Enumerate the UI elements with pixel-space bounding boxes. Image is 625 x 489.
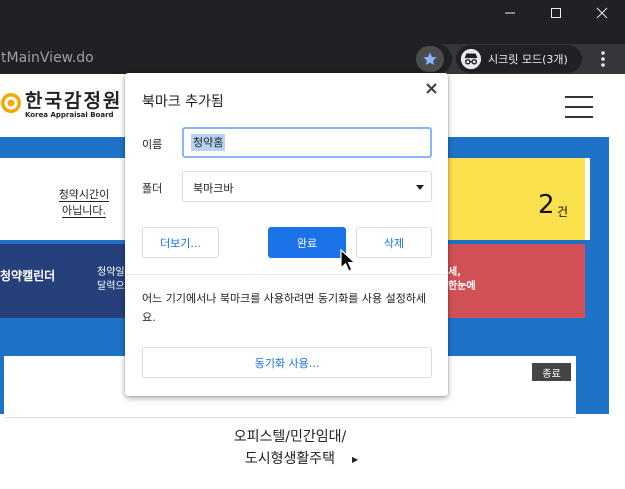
browser-menu-button[interactable]	[594, 48, 612, 70]
folder-label: 폴더	[142, 182, 163, 195]
count-card[interactable]	[440, 158, 585, 240]
bookmark-dialog: 북마크 추가됨 이름 청약홈 폴더 북마크바 더보기... 완료 삭제 어느 기…	[125, 73, 448, 396]
enable-sync-button[interactable]: 동기화 사용...	[142, 347, 432, 378]
notice-line-1: 청약시간이	[58, 188, 110, 202]
hamburger-menu-icon[interactable]	[565, 96, 593, 118]
calendar-sub-line-1: 청약일	[97, 267, 125, 278]
logo-emblem-icon	[1, 93, 21, 113]
calendar-sub-line-2: 달력으	[97, 281, 125, 292]
close-icon	[596, 7, 608, 19]
calendar-label: 청약캘린더	[0, 269, 56, 283]
incognito-icon	[460, 48, 482, 70]
incognito-label: 시크릿 모드(3개)	[488, 53, 568, 66]
minimize-icon	[505, 12, 515, 14]
url-text[interactable]: tMainView.do	[1, 50, 94, 66]
notice-line-2: 아닙니다.	[62, 204, 106, 218]
more-vert-icon	[601, 51, 605, 67]
folder-select[interactable]: 북마크바	[182, 171, 432, 202]
logo-korean-text: 한국감정원	[25, 90, 123, 112]
minimize-button[interactable]	[488, 0, 532, 26]
calendar-subtext: 청약일 달력으	[97, 266, 127, 294]
browser-titlebar	[0, 0, 625, 44]
alert-line-1: 세,	[448, 267, 461, 278]
maximize-button[interactable]	[534, 0, 578, 26]
close-window-button[interactable]	[580, 0, 624, 26]
folder-value: 북마크바	[193, 182, 234, 195]
count-unit: 건	[557, 205, 569, 219]
sync-message: 어느 기기에서나 북마크를 사용하려면 동기화를 사용 설정하세요.	[142, 292, 427, 324]
mouse-cursor-icon	[340, 249, 357, 272]
maximize-icon	[551, 8, 561, 18]
dialog-title: 북마크 추가됨	[142, 94, 224, 110]
star-icon	[423, 52, 437, 66]
notice-text[interactable]: 청약시간이 아닙니다.	[44, 187, 124, 219]
divider	[4, 417, 576, 418]
category-line-1: 오피스텔/민간임대/	[233, 429, 347, 445]
logo-english-text: Korea Appraisal Board	[25, 111, 114, 119]
alert-text: 세, 한눈에	[448, 266, 476, 294]
more-button[interactable]: 더보기...	[142, 227, 219, 258]
incognito-indicator[interactable]: 시크릿 모드(3개)	[456, 45, 582, 73]
dialog-close-button[interactable]	[424, 81, 440, 97]
site-logo[interactable]: 한국감정원 Korea Appraisal Board	[0, 90, 122, 124]
arrow-right-icon: ▶	[352, 455, 359, 464]
done-button[interactable]: 완료	[268, 227, 346, 258]
name-label: 이름	[142, 138, 163, 151]
browser-toolbar: tMainView.do 시크릿 모드(3개)	[0, 44, 625, 74]
bookmark-name-selected-text[interactable]: 청약홈	[191, 134, 226, 151]
delete-button[interactable]: 삭제	[356, 227, 432, 258]
status-badge: 종료	[532, 363, 571, 381]
dialog-divider	[125, 274, 448, 275]
address-bar[interactable]: tMainView.do	[0, 44, 452, 74]
chevron-down-icon	[416, 185, 424, 190]
alert-line-2: 한눈에	[448, 281, 476, 292]
count-value: 2	[538, 190, 555, 220]
bookmark-star-button[interactable]	[416, 46, 444, 72]
close-icon	[426, 83, 437, 94]
